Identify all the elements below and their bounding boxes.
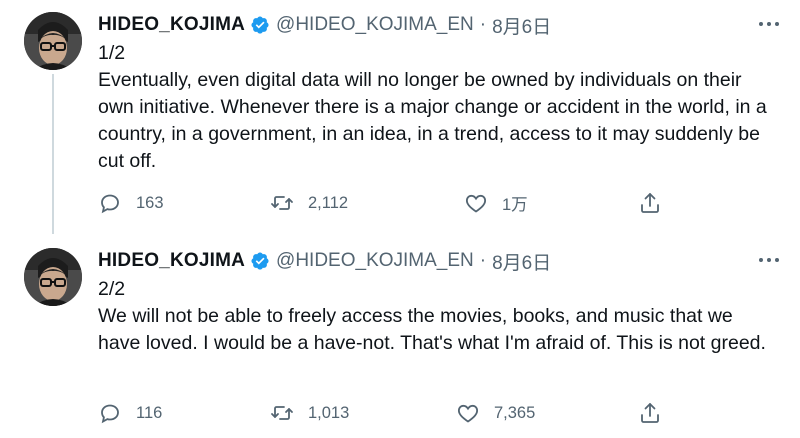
reply-button[interactable]: 116: [98, 398, 162, 428]
separator-dot: ·: [479, 250, 487, 271]
verified-badge-icon: [251, 16, 269, 34]
thread-connector-line: [52, 74, 54, 234]
tweet-actions: 163 2,112 1万: [98, 188, 678, 218]
tweet-date[interactable]: 8月6日: [492, 12, 551, 39]
separator-dot: ·: [479, 14, 487, 35]
retweet-icon: [271, 196, 293, 210]
display-name[interactable]: HIDEO_KOJIMA: [98, 14, 245, 36]
tweet-2[interactable]: HIDEO_KOJIMA @HIDEO_KOJIMA_EN · 8月6日 2/2…: [0, 236, 800, 438]
tweet-text: We will not be able to freely access the…: [98, 305, 766, 354]
like-icon: [457, 404, 479, 423]
tweet-body: 2/2 We will not be able to freely access…: [98, 276, 778, 357]
avatar[interactable]: [24, 248, 82, 306]
tweet-date[interactable]: 8月6日: [492, 248, 551, 275]
reply-count: 163: [136, 193, 164, 212]
reply-button[interactable]: 163: [98, 188, 164, 218]
retweet-icon: [271, 406, 293, 420]
user-handle[interactable]: @HIDEO_KOJIMA_EN: [276, 14, 474, 36]
retweet-button[interactable]: 2,112: [270, 188, 348, 218]
avatar[interactable]: [24, 12, 82, 70]
like-button[interactable]: 1万: [464, 188, 528, 218]
thread-counter: 1/2: [98, 42, 126, 64]
reply-icon: [101, 404, 119, 424]
tweet-body: 1/2 Eventually, even digital data will n…: [98, 40, 778, 175]
verified-badge-icon: [251, 252, 269, 270]
tweet-header: HIDEO_KOJIMA @HIDEO_KOJIMA_EN · 8月6日: [98, 248, 551, 274]
like-button[interactable]: 7,365: [456, 398, 535, 428]
thread-counter: 2/2: [98, 278, 126, 300]
share-button[interactable]: [638, 398, 662, 428]
share-icon: [641, 403, 659, 423]
reply-icon: [101, 194, 119, 214]
tweet-1[interactable]: HIDEO_KOJIMA @HIDEO_KOJIMA_EN · 8月6日 1/2…: [0, 0, 800, 234]
like-count: 7,365: [494, 403, 536, 422]
retweet-count: 1,013: [308, 403, 350, 422]
like-icon: [465, 194, 487, 213]
more-icon[interactable]: [756, 14, 782, 34]
user-handle[interactable]: @HIDEO_KOJIMA_EN: [276, 250, 474, 272]
more-icon[interactable]: [756, 250, 782, 270]
display-name[interactable]: HIDEO_KOJIMA: [98, 250, 245, 272]
share-icon: [641, 193, 659, 213]
tweet-header: HIDEO_KOJIMA @HIDEO_KOJIMA_EN · 8月6日: [98, 12, 551, 38]
tweet-text: Eventually, even digital data will no lo…: [98, 69, 767, 172]
share-button[interactable]: [638, 188, 662, 218]
like-count: 1万: [502, 196, 528, 214]
tweet-actions: 116 1,013 7,365: [98, 398, 678, 428]
retweet-button[interactable]: 1,013: [270, 398, 349, 428]
retweet-count: 2,112: [308, 193, 349, 212]
reply-count: 116: [136, 403, 163, 422]
